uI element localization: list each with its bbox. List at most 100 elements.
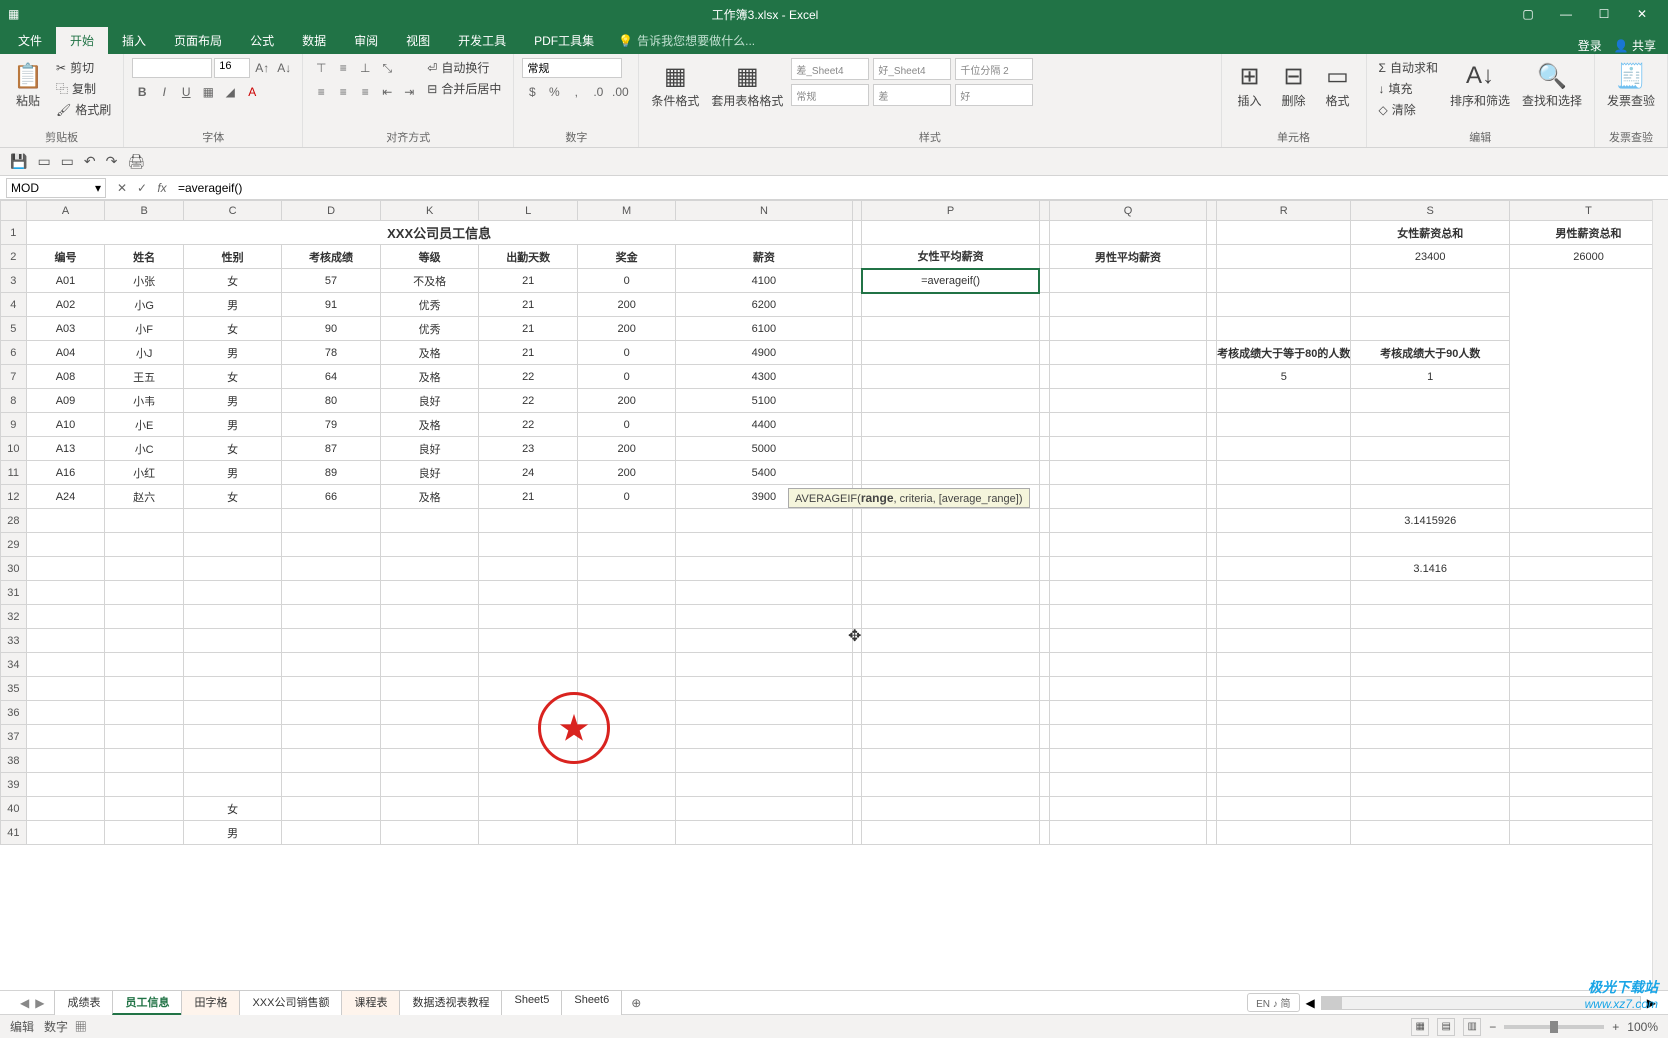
cell[interactable] xyxy=(862,629,1039,653)
cell[interactable] xyxy=(105,605,184,629)
cell[interactable] xyxy=(1049,437,1207,461)
cell[interactable]: 1 xyxy=(1351,365,1510,389)
cell[interactable] xyxy=(479,509,578,533)
comma-icon[interactable]: , xyxy=(566,82,586,102)
cell[interactable] xyxy=(184,533,282,557)
cell[interactable] xyxy=(1217,485,1351,509)
cell[interactable]: 3.1415926 xyxy=(1351,509,1510,533)
cell[interactable]: 及格 xyxy=(380,485,478,509)
column-header[interactable]: M xyxy=(578,201,676,221)
increase-font-icon[interactable]: A↑ xyxy=(252,58,272,78)
cell[interactable] xyxy=(1049,485,1207,509)
cell[interactable] xyxy=(1049,749,1207,773)
cell[interactable]: 男性平均薪资 xyxy=(1049,245,1207,269)
sheet-nav-first-icon[interactable]: ◀ xyxy=(20,996,29,1010)
cell[interactable] xyxy=(282,509,381,533)
wrap-text-button[interactable]: ⏎自动换行 xyxy=(423,58,505,77)
cell[interactable] xyxy=(676,749,852,773)
cell[interactable] xyxy=(380,557,478,581)
cell[interactable]: 女 xyxy=(184,437,282,461)
format-painter-button[interactable]: 🖌格式刷 xyxy=(52,100,115,119)
cell[interactable] xyxy=(380,653,478,677)
qat-print-icon[interactable]: 🖨 xyxy=(127,153,145,170)
cell[interactable] xyxy=(676,509,852,533)
column-header[interactable] xyxy=(852,201,862,221)
currency-icon[interactable]: $ xyxy=(522,82,542,102)
cell[interactable]: 66 xyxy=(282,485,381,509)
cell[interactable]: 奖金 xyxy=(578,245,676,269)
cell[interactable]: 91 xyxy=(282,293,381,317)
cell[interactable] xyxy=(1351,485,1510,509)
cell[interactable] xyxy=(1351,821,1510,845)
row-header[interactable]: 12 xyxy=(1,485,27,509)
cell[interactable]: 57 xyxy=(282,269,381,293)
cell[interactable] xyxy=(852,413,862,437)
cell[interactable] xyxy=(1217,245,1351,269)
align-bottom-icon[interactable]: ⊥ xyxy=(355,58,375,78)
cell[interactable] xyxy=(1217,437,1351,461)
cell[interactable] xyxy=(184,629,282,653)
cell[interactable]: A01 xyxy=(26,269,105,293)
cell[interactable]: 女 xyxy=(184,797,282,821)
cell[interactable] xyxy=(578,605,676,629)
cell[interactable] xyxy=(578,797,676,821)
cell[interactable] xyxy=(105,509,184,533)
cell[interactable] xyxy=(1217,461,1351,485)
cell[interactable]: 考核成绩 xyxy=(282,245,381,269)
cell[interactable] xyxy=(676,701,852,725)
cell[interactable] xyxy=(1351,653,1510,677)
cell[interactable] xyxy=(1351,677,1510,701)
cell[interactable] xyxy=(852,557,862,581)
language-indicator[interactable]: EN ♪ 简 xyxy=(1247,993,1299,1012)
cell[interactable] xyxy=(1217,557,1351,581)
cell[interactable]: 及格 xyxy=(380,365,478,389)
cell[interactable] xyxy=(1039,365,1049,389)
cell[interactable] xyxy=(1207,509,1217,533)
cell[interactable] xyxy=(1351,389,1510,413)
cell[interactable] xyxy=(380,749,478,773)
cell[interactable] xyxy=(105,581,184,605)
cell[interactable] xyxy=(1207,629,1217,653)
align-middle-icon[interactable]: ≡ xyxy=(333,58,353,78)
cell[interactable]: A24 xyxy=(26,485,105,509)
cell[interactable] xyxy=(1049,509,1207,533)
italic-button[interactable]: I xyxy=(154,82,174,102)
cell[interactable] xyxy=(1039,293,1049,317)
cell[interactable] xyxy=(676,797,852,821)
cell[interactable]: 及格 xyxy=(380,341,478,365)
cell[interactable]: 姓名 xyxy=(105,245,184,269)
tab-review[interactable]: 审阅 xyxy=(340,27,392,54)
cell[interactable] xyxy=(1217,413,1351,437)
paste-button[interactable]: 📋粘贴 xyxy=(8,58,48,111)
row-header[interactable]: 4 xyxy=(1,293,27,317)
cell[interactable] xyxy=(26,533,105,557)
border-button[interactable]: ▦ xyxy=(198,82,218,102)
normal-view-icon[interactable]: ▦ xyxy=(1411,1018,1429,1036)
cell[interactable] xyxy=(479,653,578,677)
cell[interactable]: 0 xyxy=(578,269,676,293)
cell[interactable] xyxy=(1207,317,1217,341)
cell[interactable] xyxy=(1217,581,1351,605)
page-layout-view-icon[interactable]: ▤ xyxy=(1437,1018,1455,1036)
fill-button[interactable]: ↓填充 xyxy=(1375,79,1442,98)
row-header[interactable]: 3 xyxy=(1,269,27,293)
cell[interactable]: 及格 xyxy=(380,413,478,437)
cell[interactable] xyxy=(1510,773,1668,797)
row-header[interactable]: 5 xyxy=(1,317,27,341)
cell[interactable]: A10 xyxy=(26,413,105,437)
cell[interactable]: 24 xyxy=(479,461,578,485)
cell[interactable] xyxy=(862,653,1039,677)
cell[interactable] xyxy=(479,557,578,581)
cell[interactable] xyxy=(1217,605,1351,629)
cell[interactable] xyxy=(1510,821,1668,845)
cell[interactable] xyxy=(862,533,1039,557)
cell[interactable]: 小G xyxy=(105,293,184,317)
cell[interactable] xyxy=(1049,341,1207,365)
qat-save-icon[interactable]: 💾 xyxy=(10,153,27,170)
cell[interactable] xyxy=(1039,533,1049,557)
row-header[interactable]: 1 xyxy=(1,221,27,245)
cell[interactable] xyxy=(1207,749,1217,773)
cell[interactable] xyxy=(1217,509,1351,533)
indent-inc-icon[interactable]: ⇥ xyxy=(399,82,419,102)
merge-center-button[interactable]: ⊟合并后居中 xyxy=(423,79,505,98)
